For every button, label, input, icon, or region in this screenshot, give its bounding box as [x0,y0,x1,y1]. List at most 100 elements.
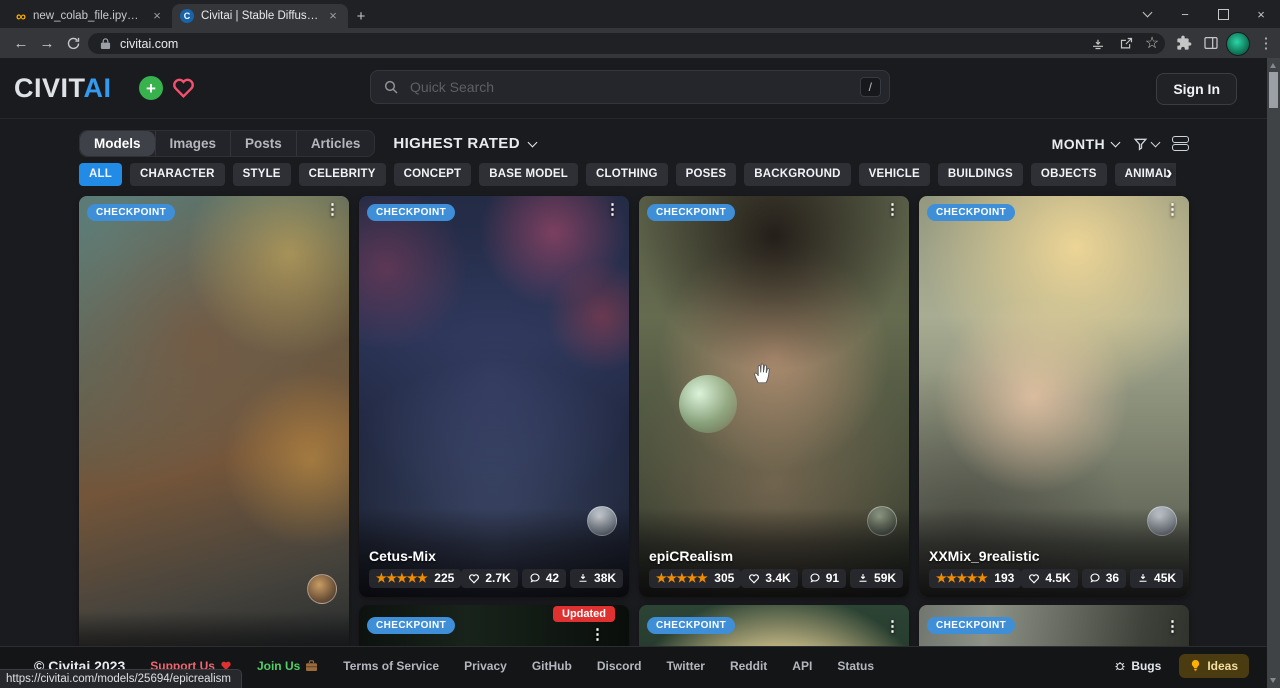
chips-scroll-right-icon[interactable]: › [1166,162,1172,185]
likes-count: 3.4K [765,572,790,585]
bugs-button[interactable]: Bugs [1114,659,1161,673]
model-type-badge[interactable]: CHECKPOINT [927,617,1015,634]
rating-count: 225 [434,572,454,585]
ideas-button[interactable]: Ideas [1179,654,1249,678]
side-panel-icon[interactable] [1199,31,1223,55]
model-type-badge[interactable]: CHECKPOINT [87,204,175,221]
chip-character[interactable]: CHARACTER [130,163,225,186]
upload-plus-button[interactable]: + [139,76,163,100]
search-input[interactable] [408,78,851,96]
download-icon [857,572,869,584]
address-bar[interactable]: civitai.com [88,33,1165,54]
back-button[interactable]: ← [8,30,34,56]
filter-button[interactable] [1132,136,1159,152]
chip-celebrity[interactable]: CELEBRITY [299,163,386,186]
close-window-button[interactable]: × [1242,0,1280,28]
model-type-badge[interactable]: CHECKPOINT [647,204,735,221]
model-card-dreamshaper[interactable]: CHECKPOINT ⋮ DreamShaper [79,196,349,676]
model-card-epicrealism[interactable]: CHECKPOINT ⋮ epiCRealism ★★★★★305 3.4K 9… [639,196,909,597]
star-icons: ★★★★★ [376,572,427,585]
tab-models[interactable]: Models [80,131,155,156]
funnel-icon [1132,136,1149,152]
civitai-logo[interactable]: CIVITAI [14,73,112,104]
model-type-badge[interactable]: CHECKPOINT [647,617,735,634]
sort-dropdown[interactable]: HIGHEST RATED [393,135,536,152]
footer-link-twitter[interactable]: Twitter [667,659,705,673]
rating-count: 305 [714,572,734,585]
footer-link-api[interactable]: API [792,659,812,673]
chip-style[interactable]: STYLE [233,163,291,186]
card-menu-kebab-icon[interactable]: ⋮ [605,202,620,217]
tab-civitai[interactable]: C Civitai | Stable Diffusion models, × [172,4,348,28]
forward-button[interactable]: → [34,30,60,56]
chip-background[interactable]: BACKGROUND [744,163,850,186]
tab-posts[interactable]: Posts [230,131,296,156]
extensions-icon[interactable] [1172,31,1196,55]
card-menu-kebab-icon[interactable]: ⋮ [590,627,605,642]
scrollbar-thumb[interactable] [1269,72,1278,108]
tab-colab[interactable]: ∞ new_colab_file.ipynb - Colaborat × [8,4,172,28]
card-menu-kebab-icon[interactable]: ⋮ [1165,619,1180,634]
chip-vehicle[interactable]: VEHICLE [859,163,930,186]
tab-images[interactable]: Images [155,131,231,156]
bubblegum-detail [679,375,737,433]
new-tab-button[interactable]: + [348,4,374,28]
scrollbar-down-arrow[interactable] [1270,678,1276,683]
chip-objects[interactable]: OBJECTS [1031,163,1107,186]
favorites-heart-icon[interactable] [171,76,196,104]
lock-icon[interactable] [100,37,111,50]
footer-link-status[interactable]: Status [837,659,874,673]
card-menu-kebab-icon[interactable]: ⋮ [1165,202,1180,217]
period-dropdown[interactable]: MONTH [1052,136,1119,152]
tab-close-icon[interactable]: × [150,9,164,23]
rating-pill: ★★★★★305 [649,569,741,588]
model-type-badge[interactable]: CHECKPOINT [367,617,455,634]
chip-base-model[interactable]: BASE MODEL [479,163,578,186]
footer-link-join-us[interactable]: Join Us [257,659,318,673]
chip-clothing[interactable]: CLOTHING [586,163,668,186]
search-shortcut-badge: / [860,77,881,97]
tab-title: new_colab_file.ipynb - Colaborat [33,10,143,22]
chip-all[interactable]: ALL [79,163,122,186]
model-card-xxmix9realistic[interactable]: CHECKPOINT ⋮ XXMix_9realistic ★★★★★193 4… [919,196,1189,597]
card-menu-kebab-icon[interactable]: ⋮ [885,202,900,217]
scrollbar-up-arrow[interactable] [1270,63,1276,68]
tab-articles[interactable]: Articles [296,131,375,156]
model-type-badge[interactable]: CHECKPOINT [367,204,455,221]
page-scrollbar[interactable] [1267,58,1280,688]
chip-concept[interactable]: CONCEPT [394,163,472,186]
model-type-badge[interactable]: CHECKPOINT [927,204,1015,221]
card-stats: ★★★★★305 3.4K 91 59K [649,569,899,588]
rating-count: 193 [994,572,1014,585]
browser-menu-kebab-icon[interactable]: ⋮ [1254,31,1278,55]
footer-link-terms[interactable]: Terms of Service [343,659,439,673]
quick-search-bar[interactable]: / [370,70,890,104]
install-icon[interactable] [1086,31,1110,55]
comment-icon [809,572,821,584]
card-menu-kebab-icon[interactable]: ⋮ [885,619,900,634]
download-icon [1137,572,1149,584]
creator-avatar[interactable] [307,574,337,604]
chevron-down-icon [1151,137,1161,147]
bookmark-star-icon[interactable]: ☆ [1140,31,1164,55]
footer-link-privacy[interactable]: Privacy [464,659,507,673]
layout-toggle-button[interactable] [1172,136,1189,151]
footer-link-discord[interactable]: Discord [597,659,642,673]
tab-search-chevron-icon[interactable] [1128,0,1166,28]
sign-in-button[interactable]: Sign In [1156,73,1237,105]
profile-avatar[interactable] [1226,32,1250,56]
share-icon[interactable] [1114,31,1138,55]
stat-pills: 3.4K 91 59K [741,569,903,588]
footer-link-github[interactable]: GitHub [532,659,572,673]
model-card-cetus-mix[interactable]: CHECKPOINT ⋮ Cetus-Mix ★★★★★225 2.7K 42 … [359,196,629,597]
footer-link-reddit[interactable]: Reddit [730,659,767,673]
link-label: Join Us [257,659,300,673]
minimize-button[interactable]: − [1166,0,1204,28]
card-menu-kebab-icon[interactable]: ⋮ [325,202,340,217]
chip-buildings[interactable]: BUILDINGS [938,163,1023,186]
rating-pill: ★★★★★ 225 [369,569,461,588]
chip-poses[interactable]: POSES [676,163,737,186]
reload-button[interactable] [60,30,86,56]
maximize-button[interactable] [1204,0,1242,28]
tab-close-icon[interactable]: × [326,9,340,23]
